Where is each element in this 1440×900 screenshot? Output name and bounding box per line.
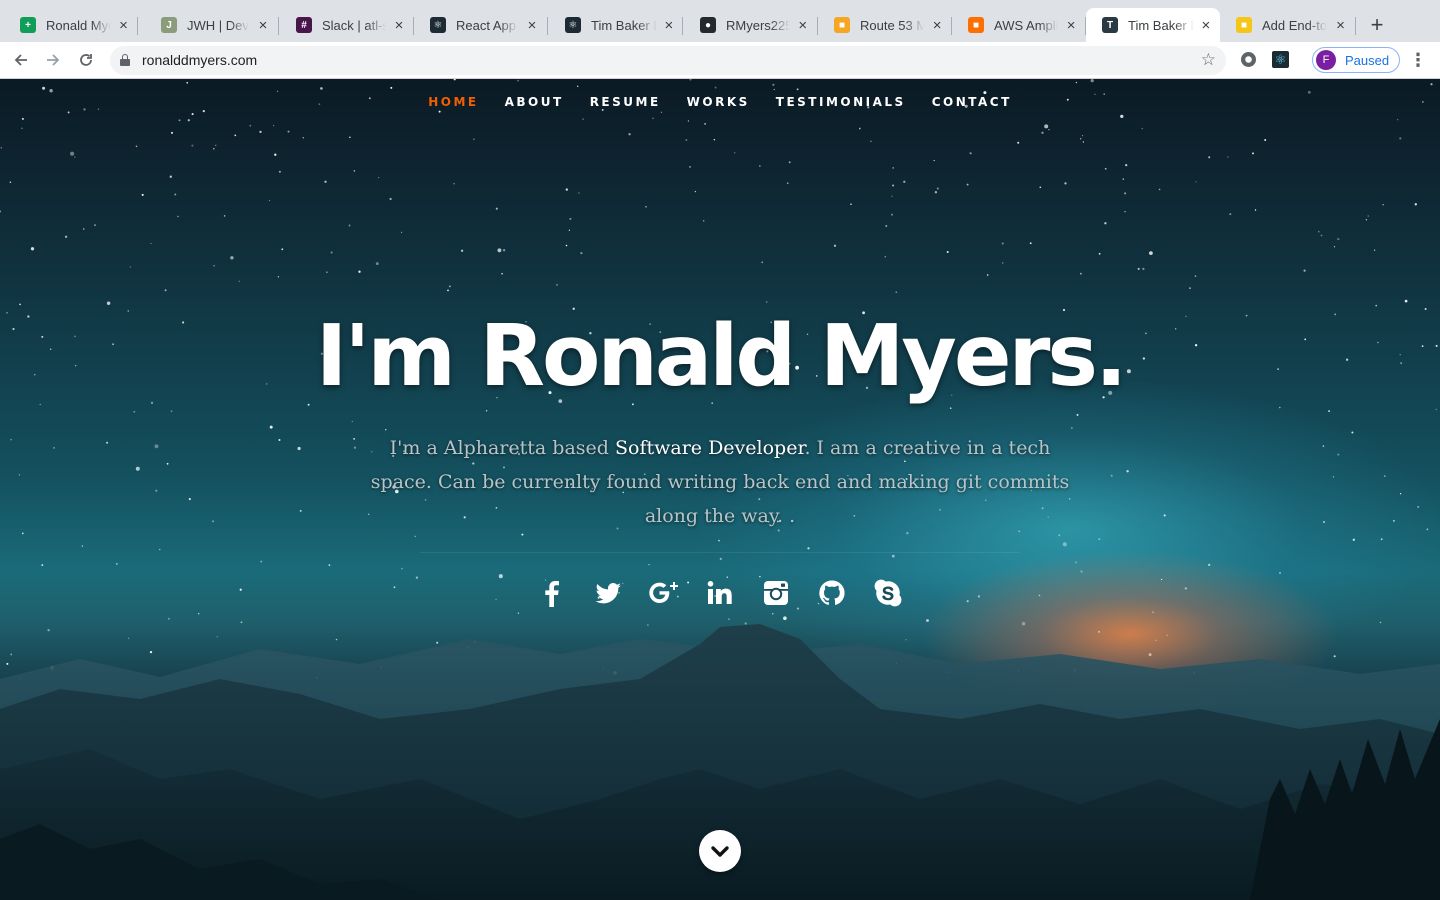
bookmark-star-icon[interactable]: ☆ [1201,50,1216,70]
social-links [0,576,1440,610]
page-viewport: HOME ABOUT RESUME WORKS TESTIMONIALS CONTACT … [0,79,1440,900]
github-icon [819,580,845,605]
nav-link-works[interactable]: WORKS [674,95,763,109]
tab-title: Tim Baker Dev [1128,17,1194,33]
close-tab-icon[interactable]: × [117,17,130,34]
lock-icon [120,54,130,66]
tab-title: RMyers225/ [726,17,790,33]
close-tab-icon[interactable]: × [255,17,271,34]
back-button[interactable] [9,49,33,71]
nav-link-home[interactable]: HOME [415,95,491,109]
linkedin-link[interactable] [703,576,737,610]
tab-title: Ronald Myers [46,17,111,33]
instagram-icon [764,581,788,605]
divider [420,552,1020,553]
browser-tab[interactable]: ⚛ Tim Baker Dev × [549,8,683,42]
facebook-icon [545,581,559,607]
nav-link-about[interactable]: ABOUT [492,95,577,109]
linkedin-icon [707,581,732,604]
close-tab-icon[interactable]: × [1333,17,1348,34]
tab-title: Tim Baker Dev [591,17,657,33]
nav-link-resume[interactable]: RESUME [577,95,674,109]
hero-subtitle: I'm a Alpharetta based Software Develope… [360,431,1080,533]
address-bar[interactable]: ronalddmyers.com ☆ [110,46,1226,75]
nav-link-contact[interactable]: CONTACT [919,95,1025,109]
favicon-icon: T [1102,17,1118,33]
favicon-icon: ■ [834,17,850,33]
browser-tab[interactable]: ● RMyers225/ × [684,8,818,42]
extension-icon[interactable] [1241,52,1256,67]
favicon-icon: ⚛ [565,17,581,33]
tab-title: Add End-to- [1262,17,1327,33]
browser-tab[interactable]: T Tim Baker Dev × [1086,8,1220,42]
chevron-down-icon [711,846,729,857]
close-tab-icon[interactable]: × [663,17,675,34]
url-text[interactable]: ronalddmyers.com [142,52,257,68]
scroll-down-button[interactable] [699,830,741,872]
tab-title: AWS Amplify [994,17,1059,33]
favicon-icon: ■ [1236,17,1252,33]
forward-button[interactable] [41,49,65,71]
facebook-link[interactable] [535,576,569,610]
arrow-left-icon [14,54,27,66]
browser-toolbar: ronalddmyers.com ☆ [0,42,1440,79]
close-tab-icon[interactable]: × [1064,17,1078,34]
profile-status: Paused [1345,52,1390,68]
browser-tab[interactable]: + Ronald Myers × [4,8,138,42]
tab-title: Slack | atl-sc [322,17,387,33]
site-navigation: HOME ABOUT RESUME WORKS TESTIMONIALS CONTACT [0,95,1440,109]
close-tab-icon[interactable]: × [392,17,406,34]
reload-button[interactable] [74,49,98,71]
close-tab-icon[interactable]: × [524,17,540,34]
new-tab-button[interactable]: + [1364,12,1390,38]
skype-link[interactable] [871,576,905,610]
favicon-icon: J [161,17,177,33]
browser-tab[interactable]: # Slack | atl-sc × [280,8,414,42]
tab-strip: + + Ronald Myers × J JWH | Dev × # Slack | atl-… [0,0,1440,42]
arrow-right-icon [47,54,60,66]
github-link[interactable] [815,576,849,610]
favicon-icon: ● [700,17,716,33]
profile-button[interactable]: F Paused [1312,47,1400,73]
nav-link-testimonials[interactable]: TESTIMONIALS [763,95,919,109]
close-tab-icon[interactable]: × [1200,17,1212,34]
favicon-icon: ■ [968,17,984,33]
browser-tab[interactable]: ■ AWS Amplify × [952,8,1086,42]
tab-title: Route 53 Ma [860,17,925,33]
favicon-icon: # [296,17,312,33]
browser-tab[interactable]: ■ Route 53 Ma × [818,8,952,42]
hero-subtitle-text: I'm a Alpharetta based [389,437,615,459]
twitter-link[interactable] [591,576,625,610]
skype-icon [874,579,902,607]
browser-tab[interactable]: ⚛ React App × [414,8,548,42]
browser-menu-icon[interactable]: ⋮ [1409,50,1427,70]
avatar: F [1316,50,1336,70]
favicon-icon: + [20,17,36,33]
instagram-link[interactable] [759,576,793,610]
google-plus-link[interactable] [647,576,681,610]
tab-title: React App [456,17,516,33]
reload-icon [80,54,92,66]
favicon-icon: ⚛ [430,17,446,33]
close-tab-icon[interactable]: × [796,17,811,34]
react-devtools-icon[interactable]: ⚛ [1272,51,1289,68]
hero-title: I'm Ronald Myers. [315,307,1128,406]
google-plus-icon [649,582,678,603]
tab-title: JWH | Dev [187,17,249,33]
browser-tab[interactable]: ■ Add End-to- × [1220,8,1356,42]
twitter-icon [595,583,621,604]
close-tab-icon[interactable]: × [930,17,944,34]
browser-tab[interactable]: J JWH | Dev × [145,8,279,42]
hero-subtitle-highlight: Software Developer [614,437,805,459]
